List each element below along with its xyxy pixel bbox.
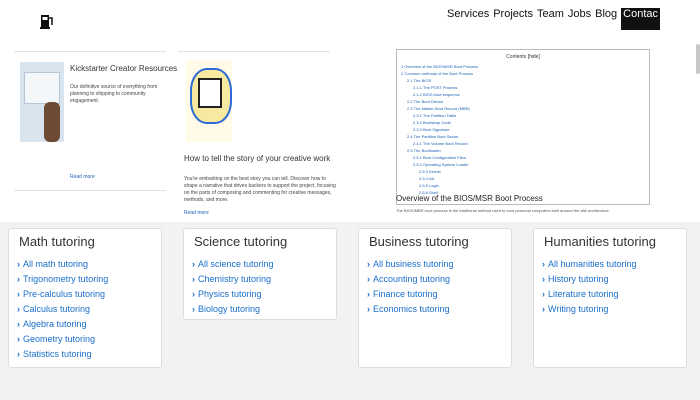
category-card-science: Science tutoring › All science tutoring ›… [183,228,337,320]
chevron-right-icon: › [542,289,545,299]
chevron-right-icon: › [192,274,195,284]
category-link[interactable]: › History tutoring [542,274,609,284]
category-link[interactable]: › Finance tutoring [367,289,438,299]
resource-summary: You're embarking on the best story you c… [184,176,336,203]
toc-link[interactable]: 2.1.2 BIOS boot sequence [413,92,460,97]
chevron-right-icon: › [542,274,545,284]
whiteboard-image [20,62,64,142]
chevron-right-icon: › [17,259,20,269]
chevron-right-icon: › [367,274,370,284]
chevron-right-icon: › [17,319,20,329]
toc-link[interactable]: 2.3.2 Bootstrap Code [413,120,451,125]
chevron-right-icon: › [367,259,370,269]
category-link[interactable]: › Economics tutoring [367,304,450,314]
main-nav: Services Projects Team Jobs Blog Contac [447,8,660,30]
divider [178,51,330,52]
resources-preview: Kickstarter Creator Resources Our defini… [0,44,348,222]
category-link[interactable]: › Geometry tutoring [17,334,95,344]
category-link[interactable]: › All science tutoring [192,259,274,269]
nav-item-contact[interactable]: Contac [621,8,660,30]
category-link[interactable]: › All math tutoring [17,259,88,269]
read-more-link[interactable]: Read more [184,210,209,216]
toc-link[interactable]: 2.5.4 Init [419,176,434,181]
category-link[interactable]: › Pre-calculus tutoring [17,289,105,299]
category-title[interactable]: Business tutoring [369,234,469,249]
scrollbar[interactable] [696,44,700,74]
toc-link[interactable]: 2.5.5 Login [419,183,439,188]
category-link[interactable]: › Writing tutoring [542,304,608,314]
section-heading: Overview of the BIOS/MSR Boot Process [396,194,543,203]
chevron-right-icon: › [542,259,545,269]
chevron-right-icon: › [192,289,195,299]
resource-title[interactable]: Kickstarter Creator Resources [70,64,177,73]
toc-link[interactable]: 2.3 The Master Boot Record (MBR) [407,106,470,111]
category-link[interactable]: › Statistics tutoring [17,349,92,359]
category-link[interactable]: › Calculus tutoring [17,304,90,314]
category-link[interactable]: › Trigonometry tutoring [17,274,108,284]
toc-link[interactable]: 2.4.1 The Volume Boot Record [413,141,468,146]
resource-summary: Our definitive source of everything from… [70,84,158,104]
category-title[interactable]: Humanities tutoring [544,234,656,249]
read-more-link[interactable]: Read more [70,174,95,180]
fuel-pump-icon[interactable] [40,12,54,30]
toc-link[interactable]: 2.1 The BIOS [407,78,431,83]
chevron-right-icon: › [192,304,195,314]
category-link[interactable]: › Biology tutoring [192,304,260,314]
top-bar: Services Projects Team Jobs Blog Contac [0,0,700,44]
chevron-right-icon: › [17,304,20,314]
toc-link[interactable]: 2.5.2 Operating System Loader [413,162,469,167]
category-card-humanities: Humanities tutoring › All humanities tuto… [533,228,687,368]
resource-title[interactable]: How to tell the story of your creative w… [184,154,330,163]
story-illustration [186,60,232,142]
toc-link[interactable]: 2.4 The Partition Boot Sector [407,134,458,139]
toc-link[interactable]: 2.3.3 Boot Signature [413,127,449,132]
toc-link[interactable]: 2 Common methods of the Boot Process [401,71,473,76]
category-title[interactable]: Math tutoring [19,234,95,249]
category-card-math: Math tutoring › All math tutoring › Trigon… [8,228,162,368]
category-link[interactable]: › All humanities tutoring [542,259,637,269]
category-link[interactable]: › Algebra tutoring [17,319,87,329]
category-card-business: Business tutoring › All business tutoring… [358,228,512,368]
nav-item-blog[interactable]: Blog [595,8,617,30]
category-title[interactable]: Science tutoring [194,234,287,249]
chevron-right-icon: › [17,349,20,359]
chevron-right-icon: › [17,289,20,299]
nav-item-services[interactable]: Services [447,8,489,30]
category-link[interactable]: › Accounting tutoring [367,274,450,284]
chevron-right-icon: › [192,259,195,269]
toc-link[interactable]: 2.2 The Boot Device [407,99,443,104]
chevron-right-icon: › [367,289,370,299]
category-link[interactable]: › Chemistry tutoring [192,274,271,284]
table-of-contents: Contents [hide] 1 Overview of the BIOS/M… [396,49,650,205]
category-link[interactable]: › Physics tutoring [192,289,262,299]
chevron-right-icon: › [17,274,20,284]
chevron-right-icon: › [367,304,370,314]
toc-link[interactable]: 2.5.1 Boot Configuration Files [413,155,466,160]
section-description: The BIOS/MBR boot process is the traditi… [396,208,610,213]
chevron-right-icon: › [17,334,20,344]
divider [14,51,166,52]
nav-item-projects[interactable]: Projects [493,8,533,30]
article-preview: Contents [hide] 1 Overview of the BIOS/M… [348,44,700,222]
toc-link[interactable]: 2.3.1 The Partition Table [413,113,456,118]
chevron-right-icon: › [542,304,545,314]
category-link[interactable]: › Literature tutoring [542,289,619,299]
tutoring-categories: Math tutoring › All math tutoring › Trigon… [0,222,700,400]
toc-link[interactable]: 1 Overview of the BIOS/MSR Boot Process [401,64,478,69]
toc-link[interactable]: 2.5.3 Kernel [419,169,441,174]
toc-link[interactable]: 2.5 The Bootloader [407,148,441,153]
divider [14,190,166,191]
category-link[interactable]: › All business tutoring [367,259,454,269]
nav-item-team[interactable]: Team [537,8,564,30]
toc-link[interactable]: 2.1.1 The POST Process [413,85,457,90]
nav-item-jobs[interactable]: Jobs [568,8,591,30]
toc-title[interactable]: Contents [hide] [397,54,649,60]
